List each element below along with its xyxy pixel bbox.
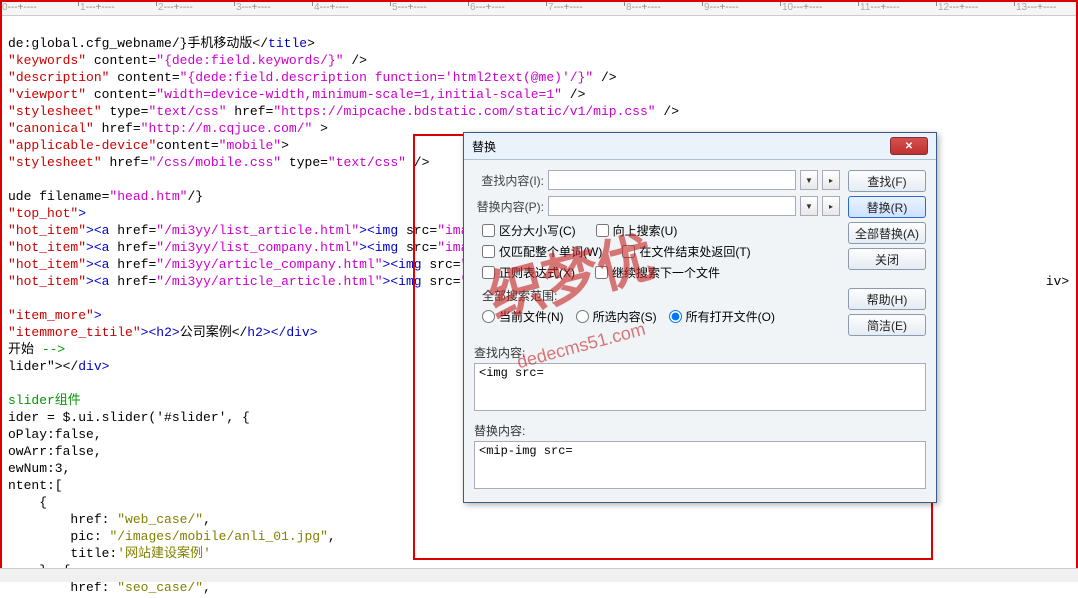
whole-checkbox[interactable]: 仅匹配整个单词(W): [482, 243, 602, 260]
help-button[interactable]: 帮助(H): [848, 288, 926, 310]
replace-content-textarea[interactable]: [474, 441, 926, 489]
find-expand[interactable]: ▸: [822, 170, 840, 190]
find-label: 查找内容(I):: [474, 172, 544, 189]
radio-current[interactable]: 当前文件(N): [482, 308, 564, 325]
up-checkbox[interactable]: 向上搜索(U): [596, 222, 678, 239]
nextfile-checkbox[interactable]: 继续搜索下一个文件: [595, 264, 720, 281]
find-content-textarea[interactable]: [474, 363, 926, 411]
close-icon: ✕: [905, 141, 913, 152]
dialog-title: 替换: [472, 138, 890, 155]
eof-checkbox[interactable]: 在文件结束处返回(T): [622, 243, 750, 260]
dialog-titlebar[interactable]: 替换 ✕: [464, 133, 936, 160]
replace-dialog: 替换 ✕ 查找内容(I): ▼ ▸ 替换内容(P): ▼ ▸ 区分大小写(C): [463, 132, 937, 503]
scope-label: 全部搜索范围:: [482, 287, 840, 304]
radio-all[interactable]: 所有打开文件(O): [669, 308, 775, 325]
simple-button[interactable]: 简洁(E): [848, 314, 926, 336]
close-button[interactable]: ✕: [890, 137, 928, 155]
find-combo[interactable]: [548, 170, 796, 190]
horizontal-scrollbar[interactable]: [0, 568, 1078, 582]
replace-button[interactable]: 替换(R): [848, 196, 926, 218]
code-text: de:global.cfg_webname/}手机移动版</: [8, 36, 268, 51]
replace-content-label: 替换内容:: [474, 422, 926, 439]
replace-all-button[interactable]: 全部替换(A): [848, 222, 926, 244]
replace-dropdown[interactable]: ▼: [800, 196, 818, 216]
case-checkbox[interactable]: 区分大小写(C): [482, 222, 576, 239]
replace-combo[interactable]: [548, 196, 796, 216]
find-button[interactable]: 查找(F): [848, 170, 926, 192]
close-dialog-button[interactable]: 关闭: [848, 248, 926, 270]
replace-label: 替换内容(P):: [474, 198, 544, 215]
column-ruler: 0---+----1---+----2---+----3---+----4---…: [0, 0, 1078, 16]
regex-checkbox[interactable]: 正则表达式(X): [482, 264, 575, 281]
replace-expand[interactable]: ▸: [822, 196, 840, 216]
find-content-label: 查找内容:: [474, 344, 926, 361]
radio-selected[interactable]: 所选内容(S): [576, 308, 657, 325]
find-dropdown[interactable]: ▼: [800, 170, 818, 190]
